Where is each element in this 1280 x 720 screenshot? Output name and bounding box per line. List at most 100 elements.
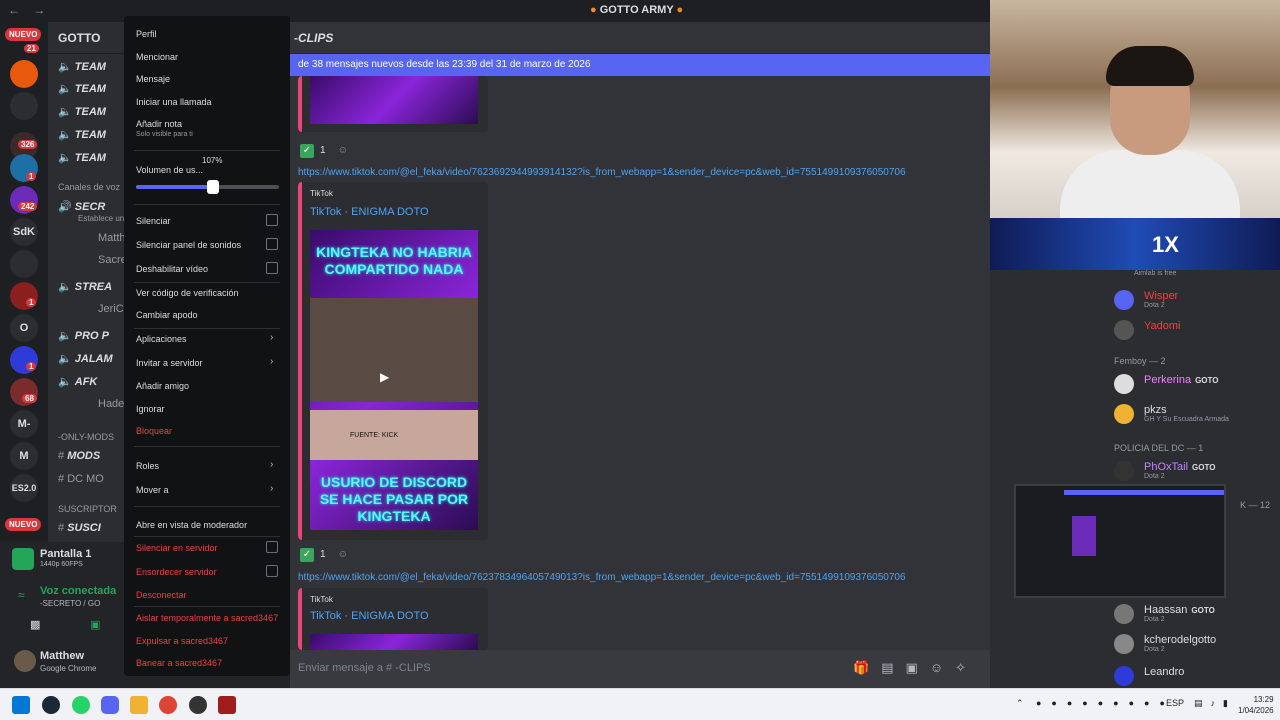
menu-item-ensordecer[interactable]: Ensordecer servidor [136,567,217,577]
reaction[interactable]: ✓ 1 ☺ [300,144,348,158]
menu-item-desconectar[interactable]: Desconectar [136,590,187,600]
voice-channel-afk[interactable]: 🔈 AFK [58,375,97,388]
obs-icon[interactable] [189,696,207,714]
text-channel-susc[interactable]: # SUSCI [58,522,101,534]
username[interactable]: Matthew [40,650,84,662]
voice-channel-team[interactable]: 🔈 TEAM [58,105,106,118]
voice-channel-team[interactable]: 🔈 TEAM [58,128,106,141]
server-icon[interactable] [10,92,38,120]
sticker-icon[interactable]: ▣ [906,660,930,675]
language-indicator[interactable]: ESP [1166,698,1184,708]
menu-item-deshabilitar-video[interactable]: Deshabilitar vídeo [136,264,208,274]
voice-channel-team[interactable]: 🔈 TEAM [58,60,106,73]
server-o[interactable]: O [10,314,38,342]
voice-user[interactable]: Sacre [98,254,127,266]
menu-separator [134,506,280,507]
server-icon[interactable] [10,60,38,88]
reaction[interactable]: ✓ 1 ☺ [300,548,348,562]
voice-status[interactable]: Voz conectada [40,585,116,597]
voice-channel-team[interactable]: 🔈 TEAM [58,82,106,95]
dota2-icon[interactable] [218,696,236,714]
add-reaction-icon[interactable]: ☺ [338,549,348,560]
file-explorer-icon[interactable] [130,696,148,714]
message-link[interactable]: https://www.tiktok.com/@el_feka/video/76… [298,572,906,583]
menu-item-perfil[interactable]: Perfil [136,29,157,39]
voice-channel-stream[interactable]: 🔈 STREA [58,280,112,293]
menu-item-invitar[interactable]: Invitar a servidor [136,358,203,368]
emoji-icon[interactable]: ☺ [930,660,955,675]
category-voice[interactable]: Canales de voz [58,182,120,192]
voice-user[interactable]: Matth [98,232,126,244]
gift-icon[interactable]: 🎁 [853,660,881,675]
clock[interactable]: 13:29 1/04/2026 [1238,694,1274,716]
category-suscriptor[interactable]: SUSCRIPTOR [58,504,117,514]
voice-channel-team[interactable]: 🔈 TEAM [58,151,106,164]
category-only-mods[interactable]: -ONLY-MODS [58,432,114,442]
silenciar-servidor-checkbox[interactable] [266,541,278,553]
server-sdk[interactable]: SdK [10,218,38,246]
silenciar-sonidos-checkbox[interactable] [266,238,278,250]
text-channel-mods[interactable]: # MODS [58,450,100,462]
menu-item-apodo[interactable]: Cambiar apodo [136,310,198,320]
whatsapp-icon[interactable] [72,696,90,714]
menu-item-mover[interactable]: Mover a [136,485,169,495]
video-thumbnail[interactable] [310,76,478,124]
menu-item-llamada[interactable]: Iniciar una llamada [136,97,212,107]
embed [298,76,488,132]
server-icon[interactable] [10,250,38,278]
menu-item-silenciar-sonidos[interactable]: Silenciar panel de sonidos [136,240,241,250]
arrow-left-icon[interactable]: ← [8,3,20,17]
menu-item-codigo[interactable]: Ver código de verificación [136,288,239,298]
video-thumbnail[interactable] [310,634,478,650]
video-thumbnail[interactable]: KINGTEKA NO HABRIA COMPARTIDO NADA ▶ FUE… [310,230,478,530]
tray-icons[interactable]: ●●●●●●●●● [1036,698,1175,708]
menu-item-roles[interactable]: Roles [136,461,159,471]
volume-slider[interactable] [136,180,279,194]
menu-item-moderador[interactable]: Abre en vista de moderador [136,520,247,530]
embed-title[interactable]: TikTok · ENIGMA DOTO [310,610,429,622]
arrow-right-icon[interactable]: → [33,3,45,17]
menu-item-silenciar-servidor[interactable]: Silenciar en servidor [136,543,218,553]
silenciar-checkbox[interactable] [266,214,278,226]
volume-slider-handle[interactable] [207,180,219,194]
embed-title[interactable]: TikTok · ENIGMA DOTO [310,206,429,218]
menu-item-aislar[interactable]: Aislar temporalmente a sacred3467 [136,613,278,623]
menu-item-bloquear[interactable]: Bloquear [136,426,172,436]
avatar[interactable] [14,650,36,672]
menu-item-nota[interactable]: Añadir nota Solo visible para ti [136,119,193,138]
chevron-up-icon[interactable]: ⌃ [1016,698,1024,709]
screen-share-button[interactable]: ▣ [90,618,100,631]
server-es2[interactable]: ES2.0 [10,474,38,502]
text-channel-dc-mod[interactable]: # DC MO [58,473,104,485]
menu-item-mencionar[interactable]: Mencionar [136,52,178,62]
ensordecer-checkbox[interactable] [266,565,278,577]
server-m[interactable]: M [10,442,38,470]
steam-icon[interactable] [42,696,60,714]
apps-icon[interactable]: ✧ [955,660,978,675]
chrome-icon[interactable] [159,696,177,714]
voice-channel-secreto[interactable]: 🔊 SECR [58,200,105,213]
menu-item-silenciar[interactable]: Silenciar [136,216,171,226]
discord-icon[interactable] [101,696,119,714]
network-volume-battery-icons[interactable]: ▤♪▮ [1194,698,1236,709]
voice-channel-pro[interactable]: 🔈 PRO P [58,329,109,342]
screen-share-preview[interactable] [1014,484,1226,598]
message-composer[interactable]: Enviar mensaje a # -CLIPS 🎁▤▣☺✧ [290,650,990,688]
windows-start-icon[interactable] [12,696,30,714]
voice-channel-name[interactable]: -SECRETO / GO [40,599,100,608]
menu-item-aplicaciones[interactable]: Aplicaciones [136,334,187,344]
menu-item-banear[interactable]: Banear a sacred3467 [136,658,222,668]
camera-off-icon[interactable]: ▩ [30,618,40,631]
gif-icon[interactable]: ▤ [881,660,905,675]
add-reaction-icon[interactable]: ☺ [338,145,348,156]
new-messages-banner[interactable]: de 38 mensajes nuevos desde las 23:39 de… [290,54,990,76]
menu-item-expulsar[interactable]: Expulsar a sacred3467 [136,636,228,646]
menu-item-mensaje[interactable]: Mensaje [136,74,170,84]
message-link[interactable]: https://www.tiktok.com/@el_feka/video/76… [298,167,906,178]
server-m-dash[interactable]: M- [10,410,38,438]
play-icon[interactable]: ▶ [380,370,389,384]
menu-item-amigo[interactable]: Añadir amigo [136,381,189,391]
deshabilitar-video-checkbox[interactable] [266,262,278,274]
menu-item-ignorar[interactable]: Ignorar [136,404,165,414]
voice-channel-jalam[interactable]: 🔈 JALAM [58,352,113,365]
